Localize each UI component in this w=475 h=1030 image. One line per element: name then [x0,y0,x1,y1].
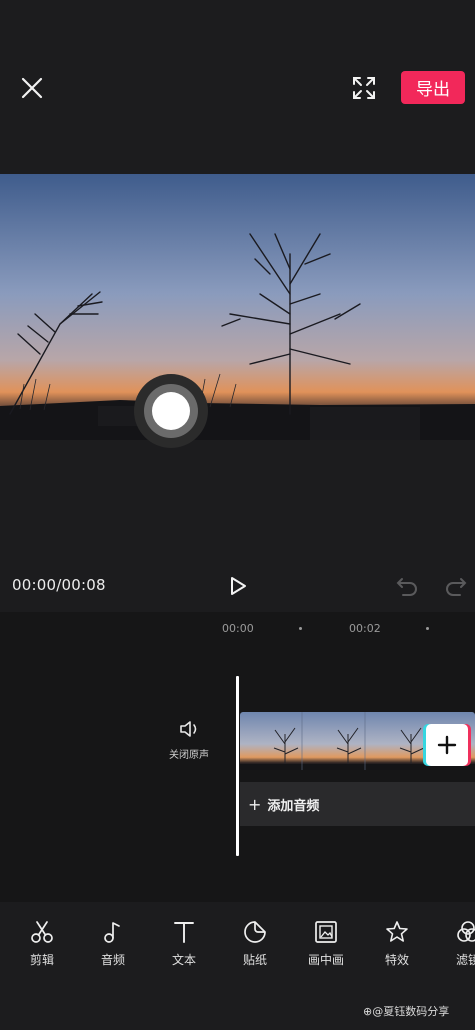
filter-icon [457,921,475,942]
add-clip-button[interactable] [426,724,468,766]
speaker-icon [180,721,197,737]
scissors-icon [31,921,53,943]
play-button[interactable] [226,574,250,598]
tool-text[interactable]: 文本 [154,915,214,968]
tool-effects-label: 特效 [384,953,409,967]
redo-button[interactable] [444,575,468,597]
tool-filter-label: 滤镜 [455,953,475,967]
music-note-icon [104,922,120,943]
tool-sticker[interactable]: 贴纸 [225,915,285,968]
tool-picture-in-picture[interactable]: 画中画 [296,915,356,968]
ruler-time-0: 00:00 [222,622,254,635]
ruler-time-1: 00:02 [349,622,381,635]
watermark: ⊕@夏钰数码分享 [363,1005,450,1018]
add-audio-label: 添加音频 [267,798,320,814]
redo-icon [446,578,467,596]
add-audio-plus: + [248,794,262,814]
tool-pip-label: 画中画 [307,953,344,967]
tool-effects[interactable]: 特效 [367,915,427,968]
undo-icon [396,578,417,596]
undo-button[interactable] [395,575,419,597]
tool-audio[interactable]: 音频 [83,915,143,968]
tool-edit[interactable]: 剪辑 [12,915,72,968]
text-icon [174,922,194,943]
mute-original-audio-button[interactable]: 关闭原声 [166,718,212,766]
add-audio-track[interactable]: + 添加音频 [240,782,475,826]
tool-filter[interactable]: 滤镜 [438,915,475,968]
fullscreen-icon [353,77,375,99]
bottom-toolbar: 剪辑 音频 文本 贴纸 画中画 特效 滤镜 [0,915,475,985]
fullscreen-button[interactable] [350,74,378,102]
ruler-dot [299,627,302,630]
mute-label: 关闭原声 [169,750,209,761]
sunset-video-frame [0,174,475,440]
ruler-dot [426,627,429,630]
record-button-core [152,392,190,430]
sticker-icon [244,921,266,943]
record-button[interactable] [134,374,208,448]
close-icon [21,77,43,99]
tool-sticker-label: 贴纸 [242,953,267,967]
close-button[interactable] [18,74,46,102]
time-display: 00:00/00:08 [12,576,106,594]
playhead[interactable] [236,676,239,856]
picture-in-picture-icon [315,921,337,943]
video-editor-screen: 导出 00:00/00:08 00:00 00:02 关闭原声 + 添加音频 剪… [0,0,475,1030]
tool-audio-label: 音频 [100,953,125,967]
record-button-ring [144,384,198,438]
export-button[interactable]: 导出 [401,71,465,104]
video-preview[interactable] [0,174,475,440]
plus-icon [437,735,457,755]
effects-star-icon [386,921,408,942]
tool-edit-label: 剪辑 [29,953,54,967]
play-icon [231,577,246,595]
tool-text-label: 文本 [171,953,196,967]
